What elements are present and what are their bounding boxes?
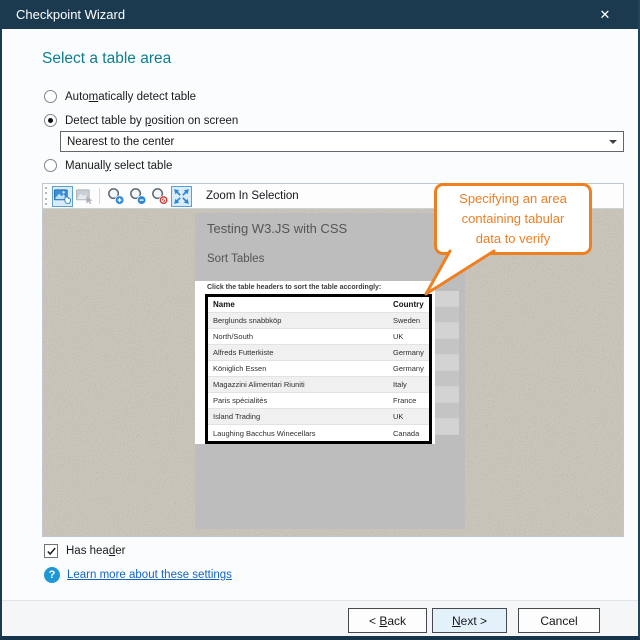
cancel-button[interactable]: Cancel xyxy=(518,608,600,633)
radio-icon[interactable] xyxy=(44,159,57,172)
toolbar-label: Zoom In Selection xyxy=(206,190,299,202)
table-row: Paris spécialitésFrance xyxy=(208,393,429,409)
window-title: Checkpoint Wizard xyxy=(16,7,125,22)
radio-icon[interactable] xyxy=(44,90,57,103)
table-row: Alfreds FutterkisteGermany xyxy=(208,345,429,361)
table-row: Magazzini Alimentari RiunitiItaly xyxy=(208,377,429,393)
radio-manually-select[interactable]: Manually select table xyxy=(44,159,172,172)
table-row: Island TradingUK xyxy=(208,409,429,425)
help-question-icon[interactable]: ? xyxy=(44,567,60,583)
magnifier-plus-icon xyxy=(106,186,125,206)
callout-tail-pointer xyxy=(412,245,512,303)
checkbox-label: Has header xyxy=(66,545,125,557)
radio-label: Manually select table xyxy=(65,160,172,172)
checkbox-checked-icon[interactable] xyxy=(44,544,58,558)
toolbar-grip-handle[interactable] xyxy=(45,187,49,205)
page-title: Select a table area xyxy=(42,50,171,68)
table-row: Laughing Bacchus WinecellarsCanada xyxy=(208,425,429,441)
radio-icon-selected[interactable] xyxy=(44,114,57,127)
webpage-subtitle: Sort Tables xyxy=(207,253,264,265)
close-icon[interactable]: ✕ xyxy=(588,0,622,29)
title-bar: Checkpoint Wizard ✕ xyxy=(0,0,640,29)
image-arrow-icon-disabled xyxy=(75,187,94,206)
selected-table[interactable]: Name Country Berglunds snabbköpSweden No… xyxy=(205,294,432,444)
position-dropdown[interactable]: Nearest to the center xyxy=(60,131,624,152)
radio-automatically-detect[interactable]: Automatically detect table xyxy=(44,90,196,103)
radio-label: Automatically detect table xyxy=(65,91,196,103)
zoom-in-icon[interactable] xyxy=(105,186,126,207)
select-table-tool-icon[interactable] xyxy=(52,186,73,207)
screen-preview-area[interactable]: Testing W3.JS with CSS Sort Tables Click… xyxy=(43,208,623,536)
table-row: Königlich EssenGermany xyxy=(208,361,429,377)
webpage-title: Testing W3.JS with CSS xyxy=(207,221,347,236)
webpage-caption: Click the table headers to sort the tabl… xyxy=(207,284,381,291)
magnifier-cancel-icon xyxy=(150,186,169,206)
image-hand-icon xyxy=(53,187,72,206)
footer-button-bar: < Back Next > Cancel xyxy=(0,600,640,636)
radio-detect-by-position[interactable]: Detect table by position on screen xyxy=(44,114,238,127)
zoom-in-selection-toggle-icon[interactable] xyxy=(171,186,192,207)
learn-more-link[interactable]: Learn more about these settings xyxy=(67,569,232,581)
toolbar-separator xyxy=(99,188,100,204)
pick-object-tool-icon[interactable] xyxy=(74,186,95,207)
magnifier-minus-icon xyxy=(128,186,147,206)
table-row: North/SouthUK xyxy=(208,329,429,345)
zoom-out-icon[interactable] xyxy=(127,186,148,207)
table-row: Berglunds snabbköpSweden xyxy=(208,313,429,329)
zoom-reset-icon[interactable] xyxy=(149,186,170,207)
has-header-checkbox-row[interactable]: Has header xyxy=(44,544,125,558)
table-highlight-region: Click the table headers to sort the tabl… xyxy=(195,281,435,444)
position-dropdown-value: Nearest to the center xyxy=(67,136,174,148)
chevron-down-icon xyxy=(609,140,617,144)
checkpoint-wizard-dialog: Checkpoint Wizard ✕ Select a table area … xyxy=(0,0,640,640)
dimmed-table-continuation xyxy=(435,291,459,441)
back-button[interactable]: < Back xyxy=(348,608,427,633)
help-row: ? Learn more about these settings xyxy=(44,567,232,583)
table-header-row: Name Country xyxy=(208,297,429,313)
radio-label: Detect table by position on screen xyxy=(65,115,238,127)
expand-arrows-icon xyxy=(172,187,191,206)
next-button[interactable]: Next > xyxy=(432,608,507,633)
